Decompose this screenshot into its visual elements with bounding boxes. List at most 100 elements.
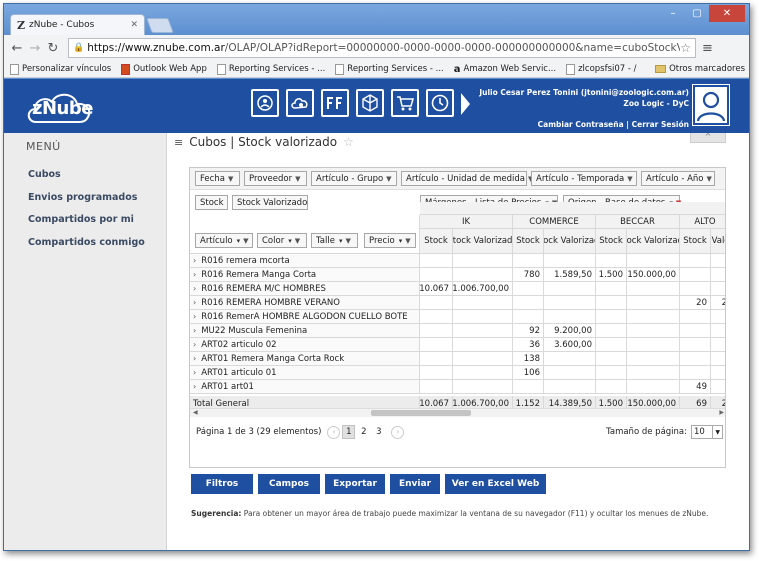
sidebar-item-envios-programados[interactable]: Envios programados <box>28 192 145 215</box>
next-modules-arrow-icon[interactable] <box>461 93 470 115</box>
data-cell <box>711 366 725 380</box>
data-cell <box>453 296 513 310</box>
ver-en-excel-web-button[interactable]: Ver en Excel Web <box>445 474 546 494</box>
column-group-header[interactable]: ALTO <box>680 215 725 229</box>
collapse-header-button[interactable]: ^ <box>690 133 726 143</box>
horizontal-scrollbar[interactable]: ◀ ▶ <box>190 408 725 417</box>
scroll-thumb[interactable] <box>371 410 471 416</box>
bookmark-item[interactable]: zlcopsfsi07 - / <box>566 63 637 75</box>
page-1[interactable]: 1 <box>342 425 356 439</box>
logout-link[interactable]: Cerrar Sesión <box>632 120 689 129</box>
bookmark-item[interactable]: a Amazon Web Servic... <box>454 64 556 75</box>
expand-chevron-icon[interactable]: › <box>193 312 196 321</box>
page-2[interactable]: 2 <box>357 425 370 439</box>
measure-header: Stock Valorizado <box>544 229 596 254</box>
filter-icon[interactable]: ▼ <box>386 175 391 183</box>
page-3[interactable]: 3 <box>372 425 385 439</box>
expand-chevron-icon[interactable]: › <box>193 368 196 377</box>
clock-icon[interactable] <box>426 89 454 117</box>
column-group-header[interactable]: COMMERCE <box>513 215 596 229</box>
back-arrow-icon[interactable]: ← <box>8 41 26 56</box>
close-window-icon[interactable]: ✕ <box>709 5 745 22</box>
row-header[interactable]: › MU22 Muscula Femenina <box>190 324 420 338</box>
field-articulo-anio[interactable]: Artículo - Año ▼ <box>641 171 715 186</box>
field-fecha[interactable]: Fecha ▼ <box>195 171 240 186</box>
bookmark-item[interactable]: Personalizar vínculos <box>10 63 111 75</box>
data-cell <box>596 338 627 352</box>
row-header[interactable]: › R016 REMERA HOMBRE VERANO <box>190 296 420 310</box>
row-header[interactable]: › ART01 Remera Manga Corta Rock <box>190 352 420 366</box>
field-articulo-grupo[interactable]: Artículo - Grupo ▼ <box>311 171 397 186</box>
expand-chevron-icon[interactable]: › <box>193 354 196 363</box>
field-articulo-temporada[interactable]: Artículo - Temporada ▼ <box>531 171 637 186</box>
avatar[interactable] <box>692 84 730 126</box>
scroll-left-icon[interactable]: ◀ <box>193 409 198 416</box>
row-header[interactable]: › ART02 articulo 02 <box>190 338 420 352</box>
data-cell: 36 <box>513 338 544 352</box>
change-password-link[interactable]: Cambiar Contraseña <box>538 120 624 129</box>
filter-icon[interactable]: ▼ <box>295 175 300 183</box>
cloud-gear-icon[interactable] <box>286 89 314 117</box>
filter-icon[interactable]: ▼ <box>627 175 632 183</box>
data-field-stock-valorizado[interactable]: Stock Valorizado <box>232 195 308 210</box>
new-tab-button[interactable] <box>146 18 174 33</box>
page-size-select[interactable]: 10 ▼ <box>691 425 723 439</box>
filter-icon[interactable]: ▼ <box>707 175 712 183</box>
sidebar-item-cubos[interactable]: Cubos <box>28 169 145 192</box>
campos-button[interactable]: Campos <box>258 474 320 494</box>
expand-chevron-icon[interactable]: › <box>193 340 196 349</box>
field-articulo-unidad-medida[interactable]: Artículo - Unidad de medida▼ <box>401 171 533 186</box>
bookmark-item[interactable]: Reporting Services - ... <box>216 63 325 75</box>
cart-icon[interactable] <box>391 89 419 117</box>
data-cell <box>711 324 725 338</box>
sidebar-item-compartidos-conmigo[interactable]: Compartidos conmigo <box>28 237 145 260</box>
row-header[interactable]: › ART01 articulo 01 <box>190 366 420 380</box>
sidebar-item-compartidos-por-mi[interactable]: Compartidos por mi <box>28 214 145 237</box>
close-tab-icon[interactable]: ✕ <box>130 20 138 30</box>
field-proveedor[interactable]: Proveedor ▼ <box>244 171 307 186</box>
next-page-icon[interactable]: › <box>391 425 405 439</box>
filter-icon[interactable]: ▼ <box>228 175 233 183</box>
row-header[interactable]: › R016 remera mcorta <box>190 254 420 268</box>
row-header[interactable]: › ART01 art01 <box>190 380 420 394</box>
znube-logo[interactable]: zNube <box>24 88 94 126</box>
expand-chevron-icon[interactable]: › <box>193 270 196 279</box>
data-cell <box>420 366 453 380</box>
expand-chevron-icon[interactable]: › <box>193 326 196 335</box>
data-field-stock[interactable]: Stock <box>195 195 228 210</box>
expand-chevron-icon[interactable]: › <box>193 256 196 265</box>
enviar-button[interactable]: Enviar <box>390 474 440 494</box>
scroll-right-icon[interactable]: ▶ <box>719 409 724 416</box>
expand-chevron-icon[interactable]: › <box>193 284 196 293</box>
filtros-button[interactable]: Filtros <box>191 474 253 494</box>
column-group-header[interactable]: IK <box>420 215 513 229</box>
expand-chevron-icon[interactable]: › <box>193 298 196 307</box>
row-header[interactable]: › R016 Remera Manga Corta <box>190 268 420 282</box>
exportar-button[interactable]: Exportar <box>325 474 385 494</box>
refresh-people-icon[interactable] <box>251 89 279 117</box>
field-label: Artículo - Año <box>646 173 704 184</box>
expand-chevron-icon[interactable]: › <box>193 382 196 391</box>
browser-tab[interactable]: Z zNube - Cubos ✕ <box>10 14 145 35</box>
data-cell <box>711 282 725 296</box>
bookmark-item[interactable]: Outlook Web App <box>121 63 207 75</box>
forward-arrow-icon[interactable]: → <box>26 41 44 56</box>
row-header[interactable]: › R016 RemerA HOMBRE ALGODON CUELLO BOTE <box>190 310 420 324</box>
other-bookmarks[interactable]: Otros marcadores <box>655 64 745 74</box>
column-group-header[interactable]: BECCAR <box>596 215 680 229</box>
bookmark-item[interactable]: Reporting Services - ... <box>335 63 444 75</box>
minimize-icon[interactable]: – <box>661 5 685 22</box>
af-icon[interactable] <box>321 89 349 117</box>
favorite-star-icon[interactable]: ☆ <box>343 135 354 149</box>
row-header[interactable]: › R016 REMERA M/C HOMBRES <box>190 282 420 296</box>
prev-page-icon[interactable]: ‹ <box>327 425 341 439</box>
cube-icon[interactable] <box>356 89 384 117</box>
bookmark-star-icon[interactable]: ☆ <box>680 41 691 55</box>
browser-menu-icon[interactable]: ≡ <box>702 41 713 56</box>
hamburger-icon[interactable]: ≡ <box>174 136 183 149</box>
data-cell <box>453 310 513 324</box>
row-label: R016 REMERA M/C HOMBRES <box>201 283 326 294</box>
address-bar[interactable]: 🔒 https://www.znube.com.ar /OLAP/OLAP?id… <box>68 38 696 58</box>
reload-icon[interactable]: ↻ <box>44 41 62 56</box>
maximize-icon[interactable]: ▢ <box>685 5 709 22</box>
